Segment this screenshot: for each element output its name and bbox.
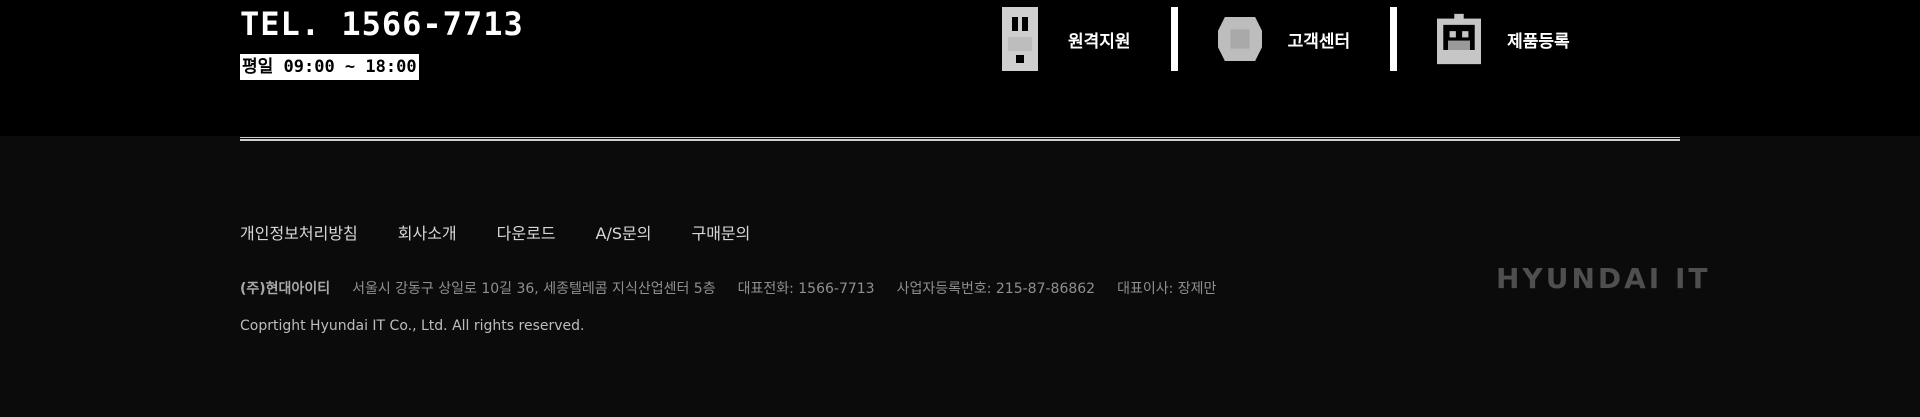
footer-link-as-inquiry[interactable]: A/S문의 xyxy=(596,220,652,244)
footer-link-privacy-policy[interactable]: 개인정보처리방침 xyxy=(240,220,358,244)
company-name: (주)현대아이티 xyxy=(240,281,331,297)
company-phone: 대표전화: 1566-7713 xyxy=(737,281,875,297)
quick-links: 원격지원 고객센터 제품등록 xyxy=(998,6,1570,72)
footer-link-purchase-inquiry[interactable]: 구매문의 xyxy=(691,220,750,244)
quick-link-remote-support[interactable]: 원격지원 xyxy=(998,6,1131,72)
remote-support-icon xyxy=(998,6,1042,72)
tel-number: TEL. 1566-7713 xyxy=(240,5,524,43)
company-ceo: 대표이사: 장제만 xyxy=(1117,281,1217,297)
business-number: 사업자등록번호: 215-87-86862 xyxy=(896,281,1096,297)
company-address: 서울시 강동구 상일로 10길 36, 세종텔레콤 지식산업센터 5층 xyxy=(352,281,716,297)
quick-link-label: 고객센터 xyxy=(1287,31,1351,52)
product-register-icon xyxy=(1437,6,1482,72)
footer-nav: 개인정보처리방침 회사소개 다운로드 A/S문의 구매문의 xyxy=(240,220,750,244)
footer-link-company-intro[interactable]: 회사소개 xyxy=(398,220,457,244)
quick-link-separator xyxy=(1170,7,1178,71)
contact-block: TEL. 1566-7713 평일 09:00 ~ 18:00 xyxy=(240,4,524,80)
quick-link-product-register[interactable]: 제품등록 xyxy=(1437,6,1570,72)
footer-link-download[interactable]: 다운로드 xyxy=(497,220,556,244)
copyright: Coprtight Hyundai IT Co., Ltd. All right… xyxy=(240,318,585,334)
brand-logo: HYUNDAI IT xyxy=(1496,262,1711,295)
quick-link-label: 제품등록 xyxy=(1507,31,1570,52)
footer-top-band: TEL. 1566-7713 평일 09:00 ~ 18:00 원격지원 고객센… xyxy=(0,0,1920,136)
quick-link-label: 원격지원 xyxy=(1068,31,1131,52)
quick-link-separator xyxy=(1390,7,1398,71)
quick-link-customer-center[interactable]: 고객센터 xyxy=(1217,6,1351,72)
business-hours: 평일 09:00 ~ 18:00 xyxy=(240,54,419,80)
customer-center-icon xyxy=(1217,6,1262,72)
company-info: (주)현대아이티 서울시 강동구 상일로 10길 36, 세종텔레콤 지식산업센… xyxy=(240,278,1216,298)
footer-divider xyxy=(240,137,1680,141)
